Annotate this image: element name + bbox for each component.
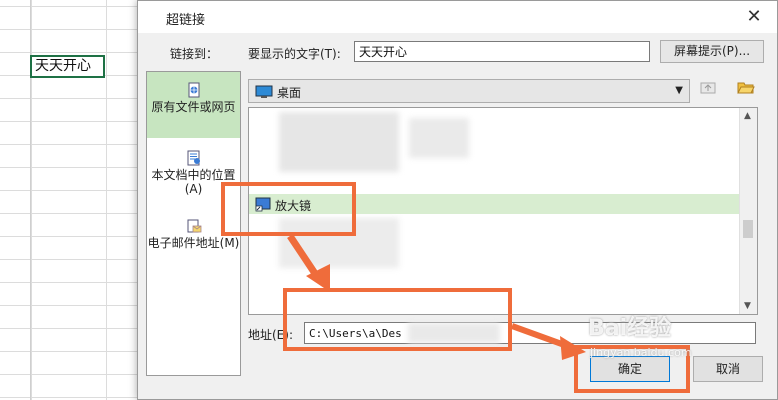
- annotation-arrowhead-2: [560, 336, 586, 360]
- watermark: Bai经验: [588, 316, 672, 341]
- watermark-url: jingyan.baidu.com: [590, 346, 692, 359]
- annotation-arrow-1: [287, 234, 321, 280]
